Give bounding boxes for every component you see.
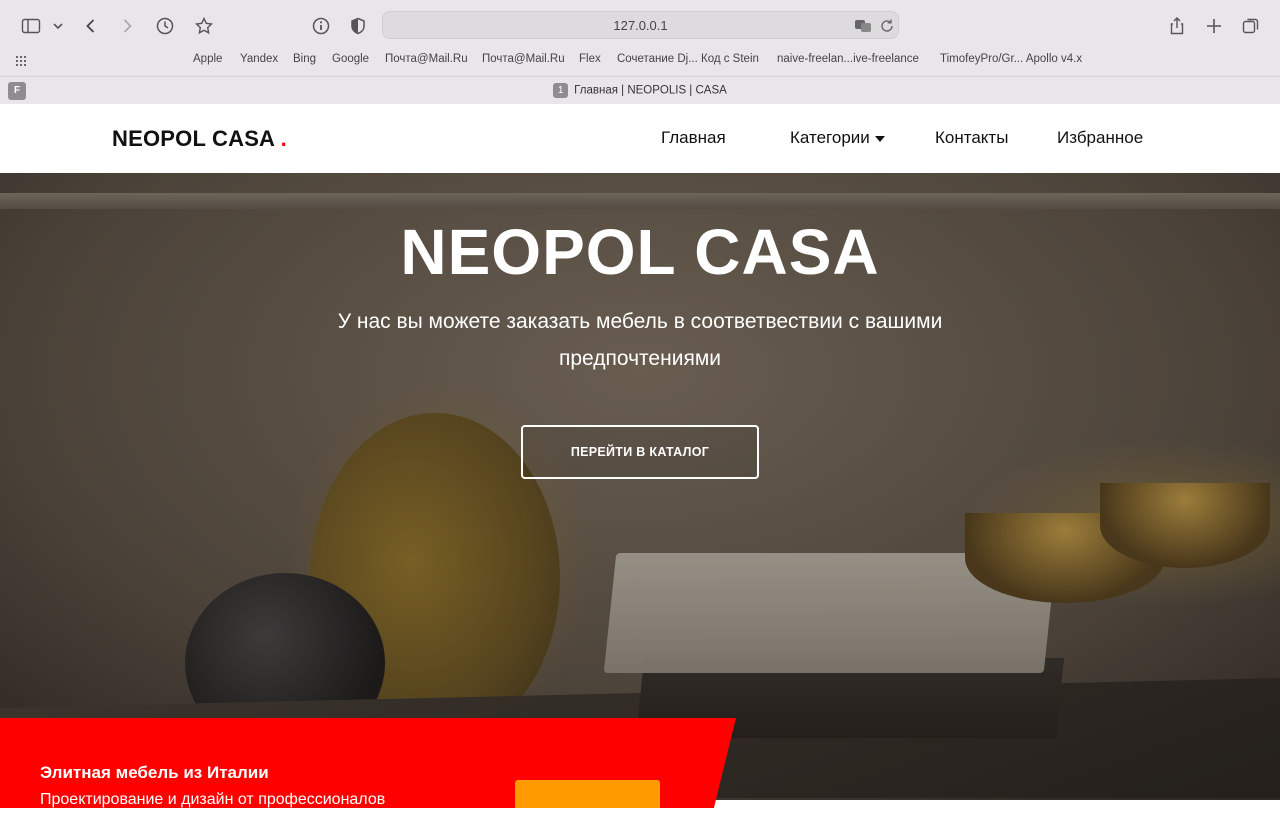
forward-icon[interactable] [114,13,140,39]
translate-icon[interactable] [854,17,872,35]
sidebar-toggle-icon[interactable] [18,13,44,39]
bookmark-apple[interactable]: Apple [193,53,222,65]
info-icon[interactable] [308,13,334,39]
tab-title: Главная | NEOPOLIS | CASA [574,84,727,97]
nav-favorites[interactable]: Избранное [1057,128,1143,148]
new-tab-icon[interactable] [1201,13,1227,39]
bookmark-google[interactable]: Google [332,53,369,65]
nav-categories[interactable]: Категории [790,128,885,148]
site-header: NEOPOL CASA . Главная Категории Контакты… [0,104,1280,173]
address-text: 127.0.0.1 [613,18,668,33]
tab-overview-icon[interactable] [1238,13,1264,39]
back-icon[interactable] [78,13,104,39]
caret-down-icon [874,135,885,142]
bookmarks-bar: Apple Yandex Bing Google Почта@Mail.Ru П… [0,50,1280,72]
nav-categories-label: Категории [790,128,870,147]
bookmark-flex[interactable]: Flex [579,53,601,65]
site-logo[interactable]: NEOPOL CASA . [112,126,287,152]
promo-button[interactable] [515,780,660,808]
logo-text: NEOPOL CASA [112,126,275,151]
catalog-button[interactable]: ПЕРЕЙТИ В КАТАЛОГ [521,425,759,479]
bookmark-mail-2[interactable]: Почта@Mail.Ru [482,53,565,65]
promo-text: Проектирование и дизайн от профессионало… [40,791,386,808]
nav-home[interactable]: Главная [661,128,726,148]
chevron-down-icon[interactable] [47,13,69,39]
promo-panel: Элитная мебель из Италии Проектирование … [0,718,736,808]
bookmark-apollo[interactable]: TimofeyPro/Gr... Apollo v4.x [940,53,1082,65]
hero-title: NEOPOL CASA [400,216,880,288]
reload-icon[interactable] [878,17,896,35]
hero-subtitle: У нас вы можете заказать мебель в соотве… [337,310,943,370]
bookmark-mail-1[interactable]: Почта@Mail.Ru [385,53,468,65]
shield-icon[interactable] [345,13,371,39]
bookmark-bing[interactable]: Bing [293,53,316,65]
star-icon[interactable] [191,13,217,39]
nav-contacts[interactable]: Контакты [935,128,1008,148]
address-bar[interactable]: 127.0.0.1 [382,11,899,39]
tab-bar: F 1 Главная | NEOPOLIS | CASA [0,76,1280,104]
tab-number-badge: 1 [553,83,569,98]
active-tab[interactable]: 1 Главная | NEOPOLIS | CASA [0,83,1280,98]
bookmark-freelance[interactable]: naive-freelan...ive-freelance [777,53,919,65]
grid-icon[interactable] [15,54,29,68]
bookmark-yandex[interactable]: Yandex [240,53,278,65]
logo-dot: . [280,126,287,151]
browser-toolbar: 127.0.0.1 [0,0,1280,50]
promo-title: Элитная мебель из Италии [40,763,269,782]
share-icon[interactable] [1164,13,1190,39]
history-icon[interactable] [152,13,178,39]
bookmark-django[interactable]: Сочетание Dj... Код с Stein [617,53,759,65]
browser-chrome: 127.0.0.1 Apple Yandex Bing Google Почта… [0,0,1280,104]
hero-section: NEOPOL CASA У нас вы можете заказать меб… [0,173,1280,800]
